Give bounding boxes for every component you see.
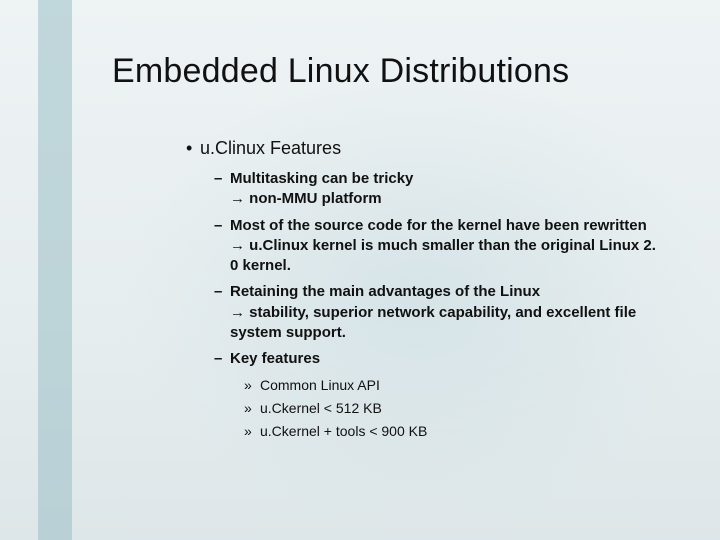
raquo-icon: »	[244, 398, 260, 419]
feature-text-cont: → stability, superior network capability…	[230, 303, 666, 344]
feature-item: –Retaining the main advantages of the Li…	[214, 282, 666, 343]
dash-icon: –	[214, 169, 230, 189]
subfeature-text: u.Ckernel < 512 KB	[260, 400, 382, 416]
feature-text-cont: → non-MMU platform	[230, 189, 666, 209]
raquo-icon: »	[244, 375, 260, 396]
feature-text: Multitasking can be tricky	[230, 170, 413, 187]
dash-icon: –	[214, 216, 230, 236]
feature-text-cont: → u.Clinux kernel is much smaller than t…	[230, 236, 666, 277]
feature-text: Most of the source code for the kernel h…	[230, 217, 647, 234]
slide-title: Embedded Linux Distributions	[112, 52, 569, 91]
subfeature-item: »u.Ckernel < 512 KB	[244, 398, 666, 419]
feature-text: Retaining the main advantages of the Lin…	[230, 283, 540, 300]
feature-item: –Most of the source code for the kernel …	[214, 216, 666, 277]
subfeature-text: u.Ckernel + tools < 900 KB	[260, 423, 427, 439]
bullet-dot-icon: •	[186, 138, 200, 159]
subfeature-item: »Common Linux API	[244, 375, 666, 396]
slide: Embedded Linux Distributions •u.Clinux F…	[0, 0, 720, 540]
accent-band	[38, 0, 72, 540]
subfeature-text: Common Linux API	[260, 377, 380, 393]
raquo-icon: »	[244, 421, 260, 442]
feature-text: Key features	[230, 350, 320, 367]
section-label: u.Clinux Features	[200, 138, 341, 158]
dash-icon: –	[214, 349, 230, 369]
section-heading: •u.Clinux Features	[186, 138, 666, 159]
feature-item: –Multitasking can be tricky → non-MMU pl…	[214, 169, 666, 210]
subfeature-item: »u.Ckernel + tools < 900 KB	[244, 421, 666, 442]
feature-item: –Key features	[214, 349, 666, 369]
slide-content: •u.Clinux Features –Multitasking can be …	[186, 138, 666, 444]
dash-icon: –	[214, 282, 230, 302]
